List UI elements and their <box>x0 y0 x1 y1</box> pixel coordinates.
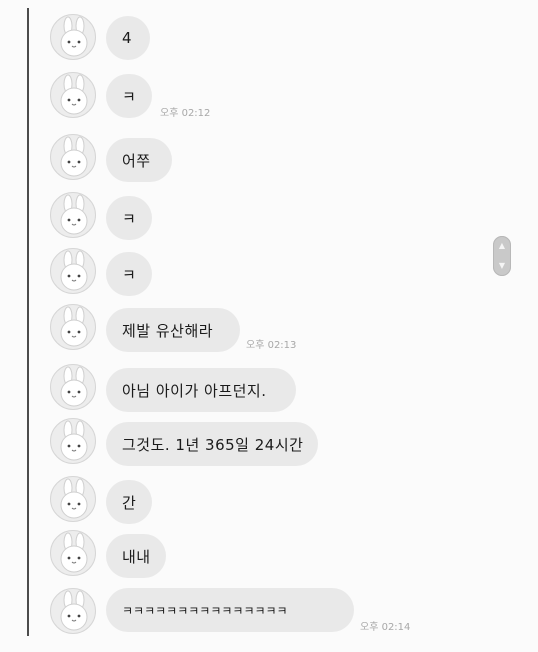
avatar[interactable] <box>50 364 96 410</box>
message-time: 오후 02:13 <box>246 340 297 351</box>
message-text: 아님 아이가 아프던지. <box>122 381 267 400</box>
bunny-icon <box>60 194 88 235</box>
bunny-icon <box>60 420 88 461</box>
message-text: 내내 <box>122 547 151 566</box>
bunny-icon <box>60 250 88 291</box>
message-bubble[interactable]: 내내 <box>106 534 166 578</box>
message-text: 제발 유산해라 <box>122 321 214 340</box>
avatar[interactable] <box>50 72 96 118</box>
bunny-icon <box>60 478 88 519</box>
message-bubble[interactable]: 간 <box>106 480 152 524</box>
message-bubble[interactable]: ㅋㅋㅋㅋㅋㅋㅋㅋㅋㅋㅋㅋㅋㅋㅋ <box>106 588 354 632</box>
avatar[interactable] <box>50 530 96 576</box>
message-bubble[interactable]: 제발 유산해라 <box>106 308 240 352</box>
message-text: ㅋ <box>122 265 137 284</box>
message-time: 오후 02:12 <box>160 108 211 119</box>
avatar[interactable] <box>50 304 96 350</box>
avatar[interactable] <box>50 418 96 464</box>
chat-screen: 4 ㅋ 오후 02:12 어쭈 ㅋ ㅋ 제발 유산해라 오후 02:13 아님 … <box>0 0 538 652</box>
chevron-up-icon[interactable]: ▲ <box>493 242 511 250</box>
message-text: ㅋ <box>122 209 137 228</box>
chevron-down-icon[interactable]: ▼ <box>493 262 511 270</box>
scroll-control[interactable]: ▲ ▼ <box>493 236 511 276</box>
avatar[interactable] <box>50 134 96 180</box>
message-text: 그것도. 1년 365일 24시간 <box>122 435 304 454</box>
avatar[interactable] <box>50 14 96 60</box>
message-bubble[interactable]: 아님 아이가 아프던지. <box>106 368 296 412</box>
avatar[interactable] <box>50 248 96 294</box>
bunny-icon <box>60 16 88 57</box>
message-text: ㅋㅋㅋㅋㅋㅋㅋㅋㅋㅋㅋㅋㅋㅋㅋ <box>122 603 288 618</box>
message-text: ㅋ <box>122 87 137 106</box>
message-bubble[interactable]: 4 <box>106 16 150 60</box>
message-text: 어쭈 <box>122 151 151 170</box>
message-bubble[interactable]: 그것도. 1년 365일 24시간 <box>106 422 318 466</box>
avatar[interactable] <box>50 476 96 522</box>
bunny-icon <box>60 532 88 573</box>
left-divider <box>27 8 29 636</box>
bunny-icon <box>60 366 88 407</box>
message-text: 간 <box>122 493 137 512</box>
bunny-icon <box>60 74 88 115</box>
message-bubble[interactable]: ㅋ <box>106 252 152 296</box>
message-bubble[interactable]: ㅋ <box>106 196 152 240</box>
avatar[interactable] <box>50 588 96 634</box>
bunny-icon <box>60 590 88 631</box>
avatar[interactable] <box>50 192 96 238</box>
message-time: 오후 02:14 <box>360 622 411 633</box>
bunny-icon <box>60 306 88 347</box>
bunny-icon <box>60 136 88 177</box>
message-bubble[interactable]: ㅋ <box>106 74 152 118</box>
message-bubble[interactable]: 어쭈 <box>106 138 172 182</box>
message-text: 4 <box>122 29 133 47</box>
